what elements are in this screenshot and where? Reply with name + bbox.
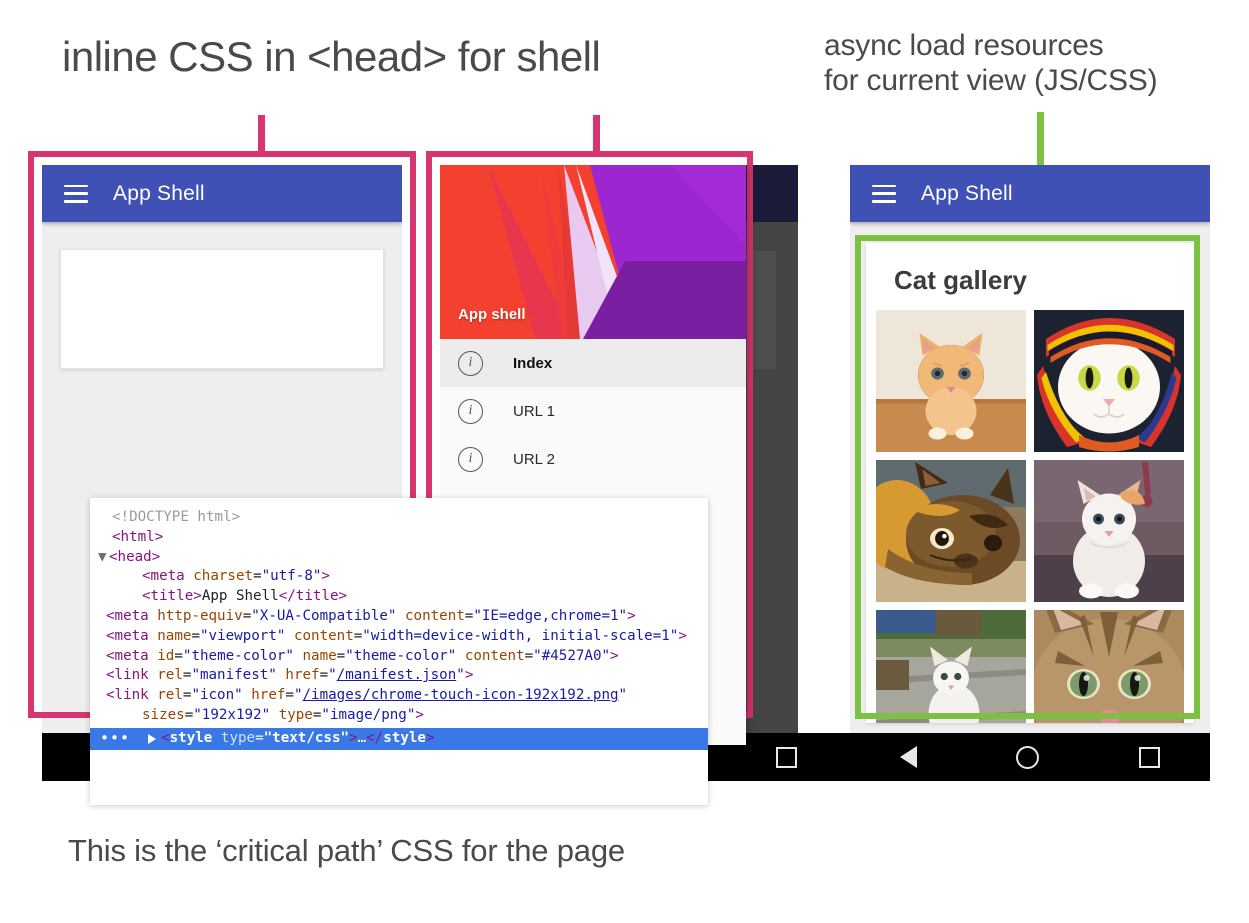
drawer-item-label: URL 1 xyxy=(513,403,555,420)
connector-line-mid-vertical xyxy=(593,115,600,153)
annotation-critical-path-label: This is the ‘critical path’ CSS for the … xyxy=(68,833,625,870)
app-bar-title: App Shell xyxy=(113,182,205,206)
code-line-meta-compat: <meta http-equiv="X-UA-Compatible" conte… xyxy=(90,607,708,627)
home-circle-icon[interactable] xyxy=(1016,746,1039,769)
code-line-html-open: <html> xyxy=(90,528,708,548)
code-line-link-icon: <link rel="icon" href="/images/chrome-to… xyxy=(90,686,708,726)
drawer-item-label: URL 2 xyxy=(513,451,555,468)
annotation-inline-css-label: inline CSS in <head> for shell xyxy=(62,32,600,82)
code-line-meta-theme-color: <meta id="theme-color" name="theme-color… xyxy=(90,647,708,667)
info-icon: i xyxy=(458,447,483,472)
drawer-item-url2[interactable]: i URL 2 xyxy=(440,435,746,483)
code-line-doctype: <!DOCTYPE html> xyxy=(90,508,708,528)
hamburger-icon[interactable] xyxy=(64,185,88,203)
annotation-async-load-label: async load resources for current view (J… xyxy=(824,28,1157,99)
info-icon: i xyxy=(458,351,483,376)
back-triangle-icon[interactable] xyxy=(900,746,917,768)
annotation-box-green-view xyxy=(855,235,1200,719)
disclosure-triangle-icon[interactable] xyxy=(148,734,156,744)
app-bar-title: App Shell xyxy=(921,182,1013,206)
drawer-item-url1[interactable]: i URL 1 xyxy=(440,387,746,435)
recent-square-icon[interactable] xyxy=(776,747,797,768)
code-line-head-open[interactable]: ▼<head> xyxy=(90,548,708,568)
connector-line-left-vertical xyxy=(258,115,265,153)
devtools-elements-panel[interactable]: <!DOCTYPE html> <html> ▼<head> <meta cha… xyxy=(90,498,708,805)
code-line-style-selected[interactable]: ••• <style type="text/css">…</style> xyxy=(90,728,708,750)
code-line-title: <title>App Shell</title> xyxy=(90,587,708,607)
code-line-meta-viewport: <meta name="viewport" content="width=dev… xyxy=(90,627,708,647)
app-bar-left: App Shell xyxy=(42,165,402,222)
info-icon: i xyxy=(458,399,483,424)
app-bar-right: App Shell xyxy=(850,165,1210,222)
hamburger-icon[interactable] xyxy=(872,185,896,203)
expand-ellipsis-badge[interactable]: ••• xyxy=(100,731,130,746)
code-line-link-manifest: <link rel="manifest" href="/manifest.jso… xyxy=(90,666,708,686)
code-line-meta-charset: <meta charset="utf-8"> xyxy=(90,567,708,587)
drawer-item-index[interactable]: i Index xyxy=(440,339,746,387)
android-navbar-right xyxy=(850,733,1210,781)
drawer-hero-image: App shell xyxy=(440,165,746,339)
recent-square-icon[interactable] xyxy=(1139,747,1160,768)
drawer-hero-label: App shell xyxy=(458,306,526,323)
drawer-item-label: Index xyxy=(513,355,552,372)
